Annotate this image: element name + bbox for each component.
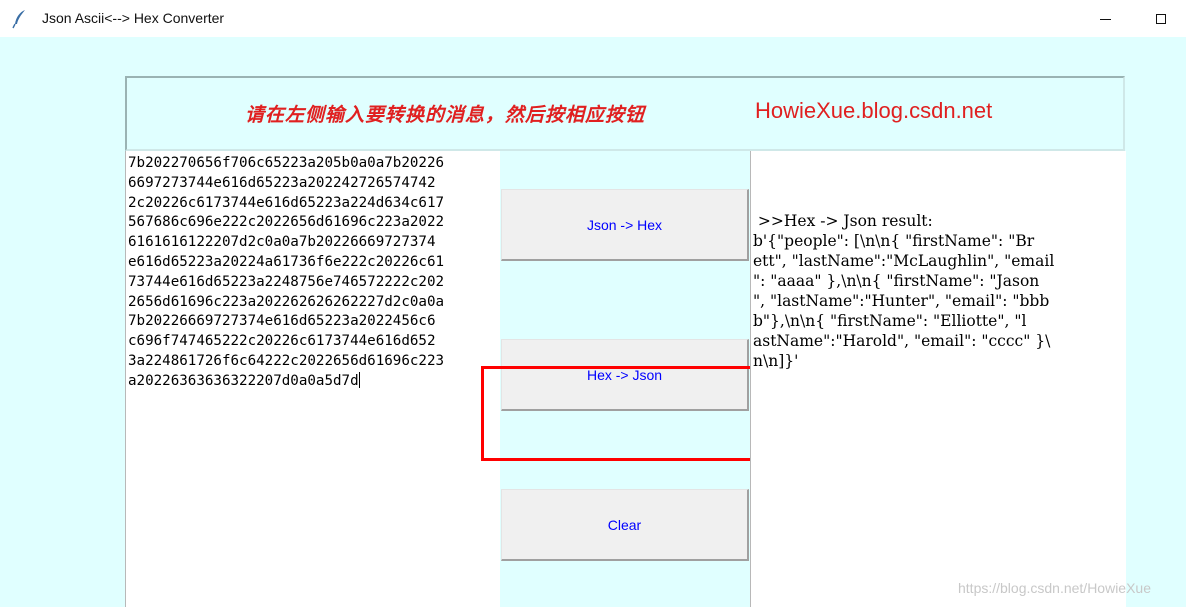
text-caret <box>358 371 360 388</box>
result-line: astName":"Harold", "email": "cccc" }\ <box>753 332 1051 350</box>
json-to-hex-button[interactable]: Json -> Hex <box>501 189 749 261</box>
input-line: 7b20226669727374e616d65223a2022456c6 <box>128 313 436 330</box>
input-line: 73744e616d65223a2248756e746572222c202 <box>128 273 445 290</box>
input-line: 7b202270656f706c65223a205b0a0a7b20226 <box>128 155 445 171</box>
clear-button[interactable]: Clear <box>501 489 749 561</box>
input-textbox[interactable]: 7b202270656f706c65223a205b0a0a7b20226 66… <box>125 151 500 607</box>
input-line: 2c20226c6173744e616d65223a224d634c617 <box>128 194 445 211</box>
title-bar: Json Ascii<--> Hex Converter <box>0 0 1186 37</box>
input-line: 6697273744e616d65223a202242726574742 <box>128 174 436 191</box>
watermark: https://blog.csdn.net/HowieXue <box>958 580 1152 596</box>
result-line: >>Hex -> Json result: <box>753 212 933 230</box>
result-line: n\n]}' <box>753 352 799 370</box>
input-line: e616d65223a20224a61736f6e222c20226c61 <box>128 253 445 270</box>
minimize-icon <box>1099 18 1111 20</box>
maximize-button[interactable] <box>1138 4 1184 34</box>
input-line: 6161616122207d2c0a0a7b20226669727374 <box>128 234 436 251</box>
input-line: 2656d61696c223a202262626262227d2c0a0a <box>128 293 445 310</box>
instruction-banner: 请在左侧输入要转换的消息，然后按相应按钮 HowieXue.blog.csdn.… <box>125 76 1125 151</box>
result-line: ", "lastName":"Hunter", "email": "bbb <box>753 292 1050 310</box>
input-line-text: a20226363636322207d0a0a5d7d <box>128 372 359 389</box>
result-line: ": "aaaa" },\n\n{ "firstName": "Jason <box>753 272 1040 290</box>
hex-to-json-button[interactable]: Hex -> Json <box>501 339 749 411</box>
input-line: c696f747465222c20226c6173744e616d652 <box>128 333 436 350</box>
input-line: 3a224861726f6c64222c2022656d61696c223 <box>128 352 445 369</box>
result-line: ett", "lastName":"McLaughlin", "email <box>753 252 1055 270</box>
maximize-icon <box>1156 14 1166 24</box>
minimize-button[interactable] <box>1082 4 1128 34</box>
banner-site: HowieXue.blog.csdn.net <box>755 98 993 123</box>
input-line: 567686c696e222c2022656d61696c223a2022 <box>128 214 445 231</box>
banner-instruction: 请在左侧输入要转换的消息，然后按相应按钮 <box>245 104 646 126</box>
result-textbox[interactable]: >>Hex -> Json result: b'{"people": [\n\n… <box>750 151 1126 607</box>
input-line-last: a20226363636322207d0a0a5d7d <box>128 371 500 392</box>
result-line: b"},\n\n{ "firstName": "Elliotte", "l <box>753 312 1027 330</box>
result-line: b'{"people": [\n\n{ "firstName": "Br <box>753 232 1035 250</box>
window-title: Json Ascii<--> Hex Converter <box>42 10 225 26</box>
feather-icon <box>12 10 25 29</box>
